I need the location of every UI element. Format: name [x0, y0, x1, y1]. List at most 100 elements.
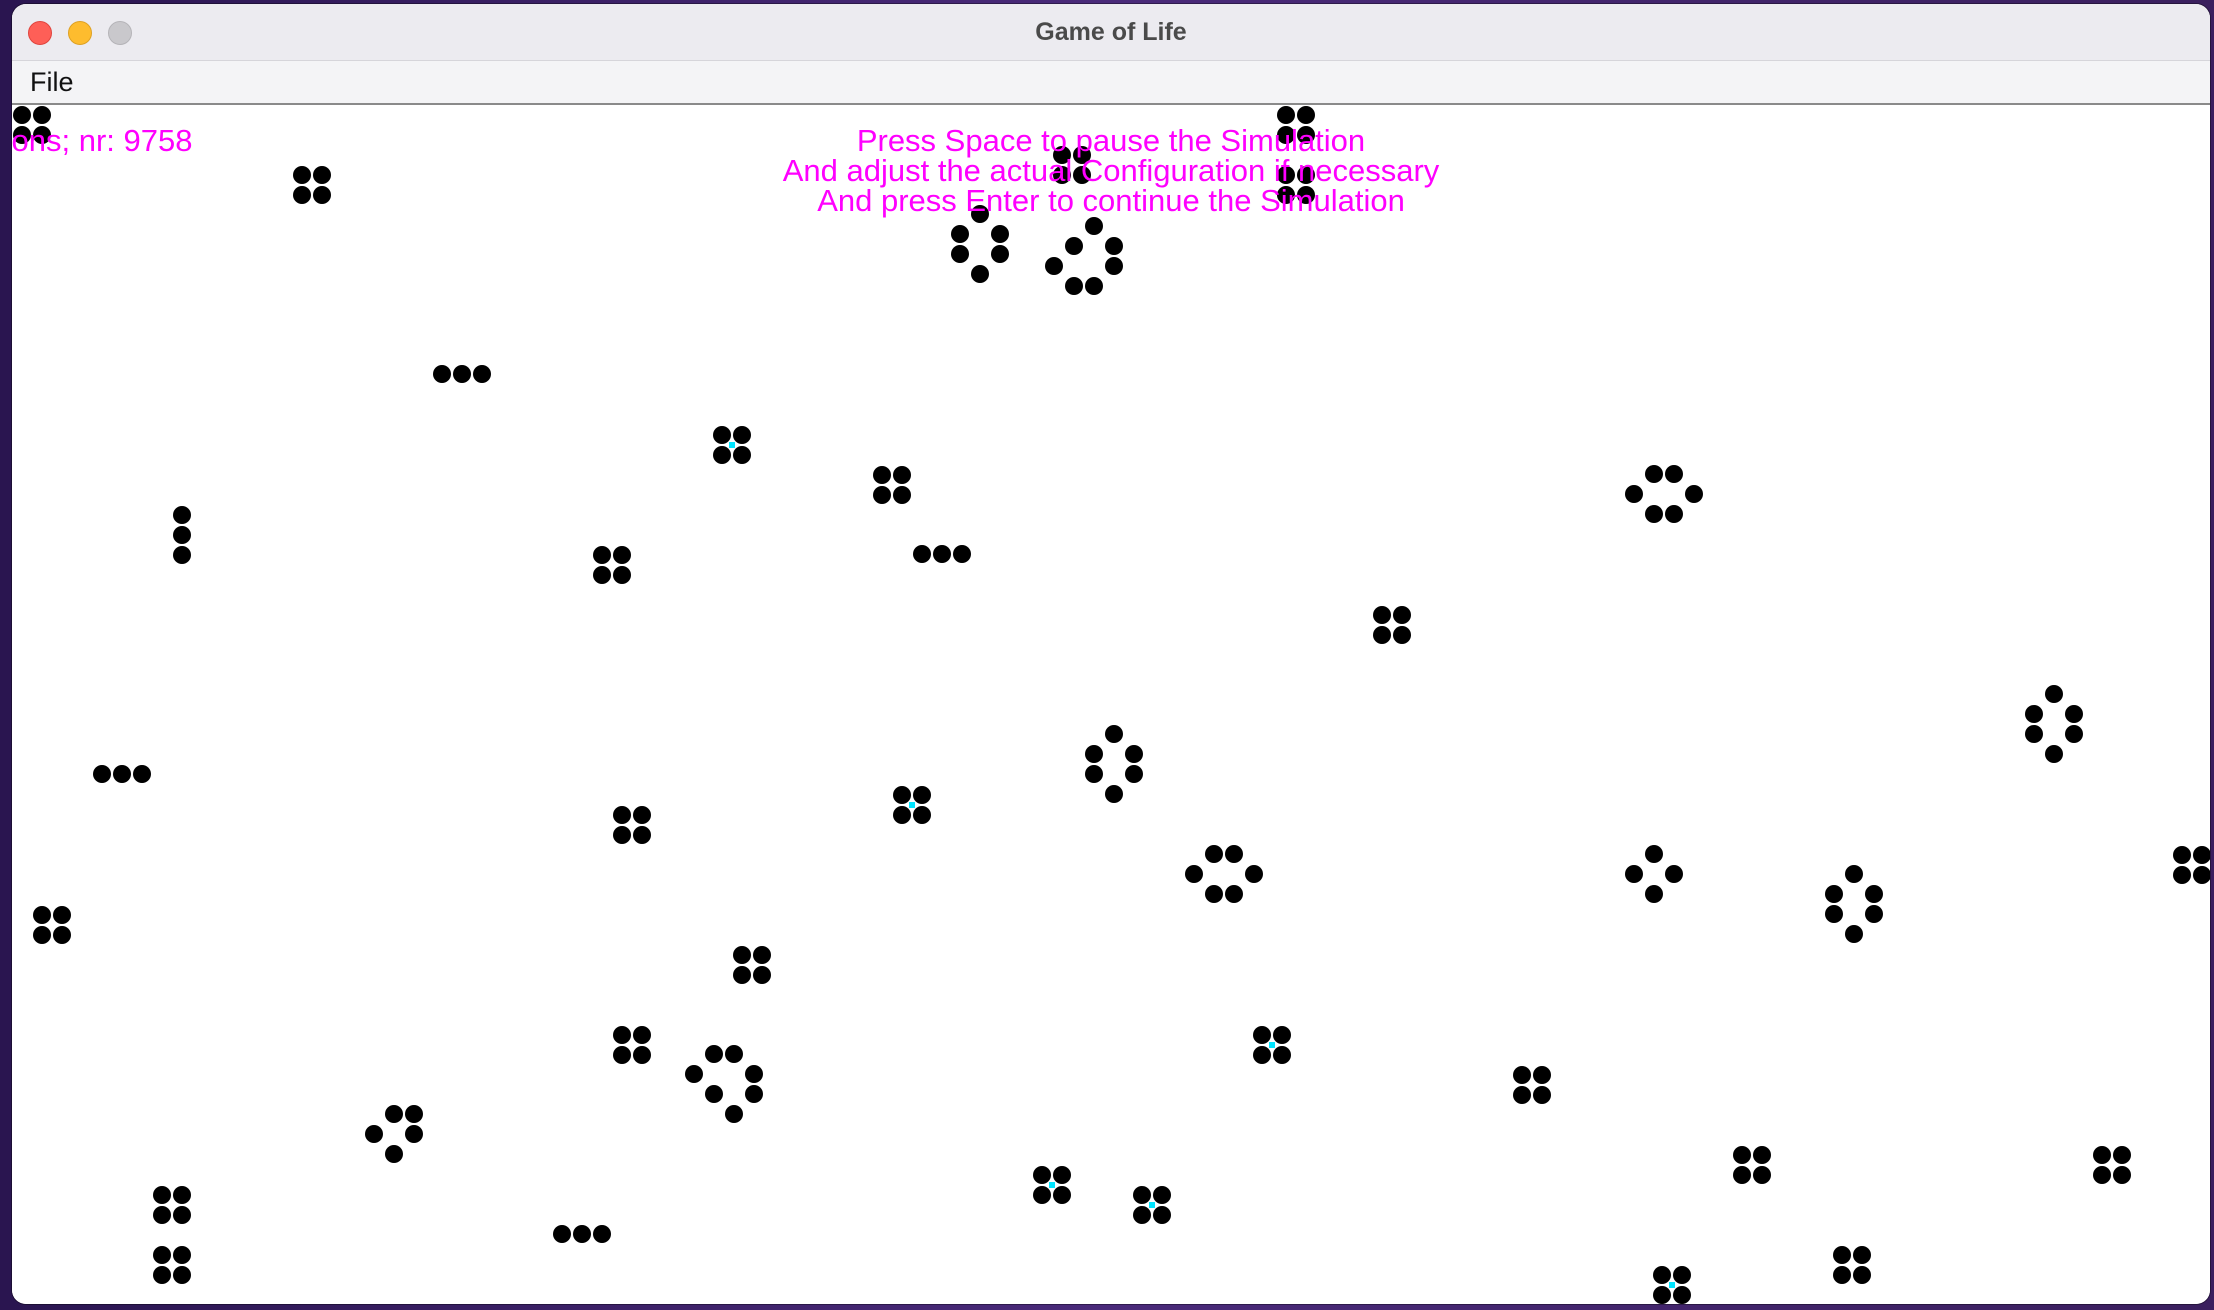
live-cell[interactable] — [2025, 705, 2043, 723]
simulation-canvas[interactable]: tions; nr: 9758 Press Space to pause the… — [12, 105, 2210, 1304]
live-cell[interactable] — [33, 906, 51, 924]
title-bar[interactable]: Game of Life — [12, 4, 2210, 61]
live-cell[interactable] — [733, 966, 751, 984]
live-cell[interactable] — [1277, 166, 1295, 184]
live-cell[interactable] — [1513, 1086, 1531, 1104]
live-cell[interactable] — [753, 946, 771, 964]
live-cell[interactable] — [1053, 166, 1071, 184]
live-cell[interactable] — [593, 546, 611, 564]
live-cell[interactable] — [685, 1065, 703, 1083]
live-cell[interactable] — [1373, 606, 1391, 624]
live-cell[interactable] — [1277, 126, 1295, 144]
live-cell[interactable] — [1845, 925, 1863, 943]
live-cell[interactable] — [713, 446, 731, 464]
live-cell[interactable] — [1665, 505, 1683, 523]
live-cell[interactable] — [725, 1045, 743, 1063]
live-cell[interactable] — [53, 926, 71, 944]
live-cell[interactable] — [2173, 866, 2191, 884]
live-cell[interactable] — [933, 545, 951, 563]
live-cell[interactable] — [991, 225, 1009, 243]
live-cell[interactable] — [1297, 126, 1315, 144]
live-cell[interactable] — [173, 546, 191, 564]
live-cell[interactable] — [1033, 1186, 1051, 1204]
live-cell[interactable] — [971, 265, 989, 283]
live-cell[interactable] — [1053, 1166, 1071, 1184]
live-cell[interactable] — [1273, 1046, 1291, 1064]
live-cell[interactable] — [893, 806, 911, 824]
live-cell[interactable] — [153, 1246, 171, 1264]
live-cell[interactable] — [1845, 865, 1863, 883]
live-cell[interactable] — [1665, 465, 1683, 483]
live-cell[interactable] — [951, 245, 969, 263]
live-cell[interactable] — [473, 365, 491, 383]
live-cell[interactable] — [173, 1246, 191, 1264]
live-cell[interactable] — [1065, 277, 1083, 295]
live-cell[interactable] — [873, 466, 891, 484]
live-cell[interactable] — [1153, 1186, 1171, 1204]
live-cell[interactable] — [1065, 237, 1083, 255]
live-cell[interactable] — [153, 1186, 171, 1204]
live-cell[interactable] — [1033, 1166, 1051, 1184]
live-cell[interactable] — [1105, 785, 1123, 803]
live-cell[interactable] — [971, 205, 989, 223]
live-cell[interactable] — [153, 1206, 171, 1224]
live-cell[interactable] — [633, 806, 651, 824]
live-cell[interactable] — [2045, 685, 2063, 703]
live-cell[interactable] — [173, 1186, 191, 1204]
close-button[interactable] — [28, 21, 52, 45]
live-cell[interactable] — [293, 166, 311, 184]
live-cell[interactable] — [1297, 106, 1315, 124]
live-cell[interactable] — [553, 1225, 571, 1243]
live-cell[interactable] — [1393, 606, 1411, 624]
live-cell[interactable] — [385, 1105, 403, 1123]
live-cell[interactable] — [613, 1046, 631, 1064]
live-cell[interactable] — [385, 1145, 403, 1163]
live-cell[interactable] — [1073, 166, 1091, 184]
live-cell[interactable] — [1865, 905, 1883, 923]
live-cell[interactable] — [633, 1026, 651, 1044]
live-cell[interactable] — [365, 1125, 383, 1143]
live-cell[interactable] — [2045, 745, 2063, 763]
live-cell[interactable] — [733, 426, 751, 444]
live-cell[interactable] — [1645, 845, 1663, 863]
live-cell[interactable] — [1045, 257, 1063, 275]
live-cell[interactable] — [1297, 166, 1315, 184]
live-cell[interactable] — [1085, 765, 1103, 783]
live-cell[interactable] — [753, 966, 771, 984]
live-cell[interactable] — [1533, 1086, 1551, 1104]
live-cell[interactable] — [2113, 1166, 2131, 1184]
live-cell[interactable] — [893, 466, 911, 484]
live-cell[interactable] — [1753, 1166, 1771, 1184]
live-cell[interactable] — [613, 806, 631, 824]
live-cell[interactable] — [1825, 885, 1843, 903]
live-cell[interactable] — [293, 186, 311, 204]
live-cell[interactable] — [2193, 846, 2210, 864]
zoom-button[interactable] — [108, 21, 132, 45]
live-cell[interactable] — [613, 1026, 631, 1044]
live-cell[interactable] — [113, 765, 131, 783]
cell-grid[interactable] — [12, 105, 2210, 1304]
live-cell[interactable] — [1673, 1266, 1691, 1284]
live-cell[interactable] — [2093, 1166, 2111, 1184]
live-cell[interactable] — [1625, 865, 1643, 883]
live-cell[interactable] — [1825, 905, 1843, 923]
live-cell[interactable] — [873, 486, 891, 504]
live-cell[interactable] — [2193, 866, 2210, 884]
live-cell[interactable] — [613, 826, 631, 844]
live-cell[interactable] — [1225, 845, 1243, 863]
live-cell[interactable] — [313, 186, 331, 204]
live-cell[interactable] — [1513, 1066, 1531, 1084]
live-cell[interactable] — [1085, 217, 1103, 235]
live-cell[interactable] — [433, 365, 451, 383]
live-cell[interactable] — [1225, 885, 1243, 903]
live-cell[interactable] — [133, 765, 151, 783]
live-cell[interactable] — [1297, 186, 1315, 204]
live-cell[interactable] — [1673, 1286, 1691, 1304]
live-cell[interactable] — [951, 225, 969, 243]
live-cell[interactable] — [33, 106, 51, 124]
live-cell[interactable] — [1733, 1146, 1751, 1164]
live-cell[interactable] — [453, 365, 471, 383]
live-cell[interactable] — [733, 946, 751, 964]
live-cell[interactable] — [1105, 725, 1123, 743]
live-cell[interactable] — [953, 545, 971, 563]
